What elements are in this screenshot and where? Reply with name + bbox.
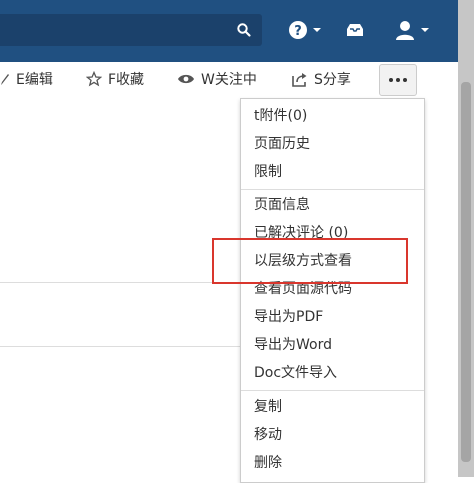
content-divider xyxy=(0,282,240,283)
menu-item-export-pdf[interactable]: 导出为PDF xyxy=(254,305,323,329)
menu-separator xyxy=(241,390,424,391)
menu-item-page-history[interactable]: 页面历史 xyxy=(254,132,310,156)
help-icon: ? xyxy=(288,21,307,39)
menu-item-page-info[interactable]: 页面信息 xyxy=(254,193,310,217)
search-input[interactable] xyxy=(0,14,262,46)
more-actions-dropdown: t附件(0) 页面历史 限制 页面信息 已解决评论 (0) 以层级方式查看 查看… xyxy=(240,98,425,483)
menu-item-restrictions[interactable]: 限制 xyxy=(254,160,282,184)
watch-label: W关注中 xyxy=(201,72,257,88)
menu-item-view-source[interactable]: 查看页面源代码 xyxy=(254,277,352,301)
menu-item-view-hierarchy[interactable]: 以层级方式查看 xyxy=(254,249,352,273)
favorite-button[interactable]: F收藏 xyxy=(86,66,144,92)
notifications-button[interactable] xyxy=(340,14,370,46)
star-icon xyxy=(86,71,102,87)
menu-item-resolved-comments[interactable]: 已解决评论 (0) xyxy=(254,221,348,245)
menu-item-doc-import[interactable]: Doc文件导入 xyxy=(254,361,337,385)
share-icon xyxy=(292,72,308,87)
chevron-down-icon xyxy=(420,28,429,32)
more-ellipsis-icon xyxy=(388,78,409,82)
svg-text:?: ? xyxy=(294,24,302,39)
help-menu-button[interactable]: ? xyxy=(282,14,326,46)
favorite-label: F收藏 xyxy=(108,72,145,88)
more-actions-button[interactable] xyxy=(379,64,417,96)
share-button[interactable]: S分享 xyxy=(292,66,351,92)
menu-item-delete[interactable]: 删除 xyxy=(254,451,282,475)
menu-item-move[interactable]: 移动 xyxy=(254,423,282,447)
user-avatar-icon xyxy=(395,21,414,40)
notifications-icon xyxy=(347,24,363,36)
search-icon[interactable] xyxy=(236,22,252,38)
menu-item-export-word[interactable]: 导出为Word xyxy=(254,333,332,357)
top-navigation-bar: ? xyxy=(0,0,474,62)
menu-item-copy[interactable]: 复制 xyxy=(254,395,282,419)
scrollbar-thumb[interactable] xyxy=(461,82,471,462)
chevron-down-icon xyxy=(312,28,321,32)
menu-item-attachments[interactable]: t附件(0) xyxy=(254,104,307,128)
content-divider xyxy=(0,346,240,347)
pencil-icon xyxy=(0,72,10,86)
vertical-scrollbar[interactable] xyxy=(458,0,474,477)
edit-label: E编辑 xyxy=(16,72,53,88)
watch-button[interactable]: W关注中 xyxy=(177,66,257,92)
user-menu-button[interactable] xyxy=(386,14,436,46)
menu-separator xyxy=(241,189,424,190)
edit-button[interactable]: E编辑 xyxy=(0,66,53,92)
share-label: S分享 xyxy=(314,72,351,88)
eye-icon xyxy=(177,73,195,85)
